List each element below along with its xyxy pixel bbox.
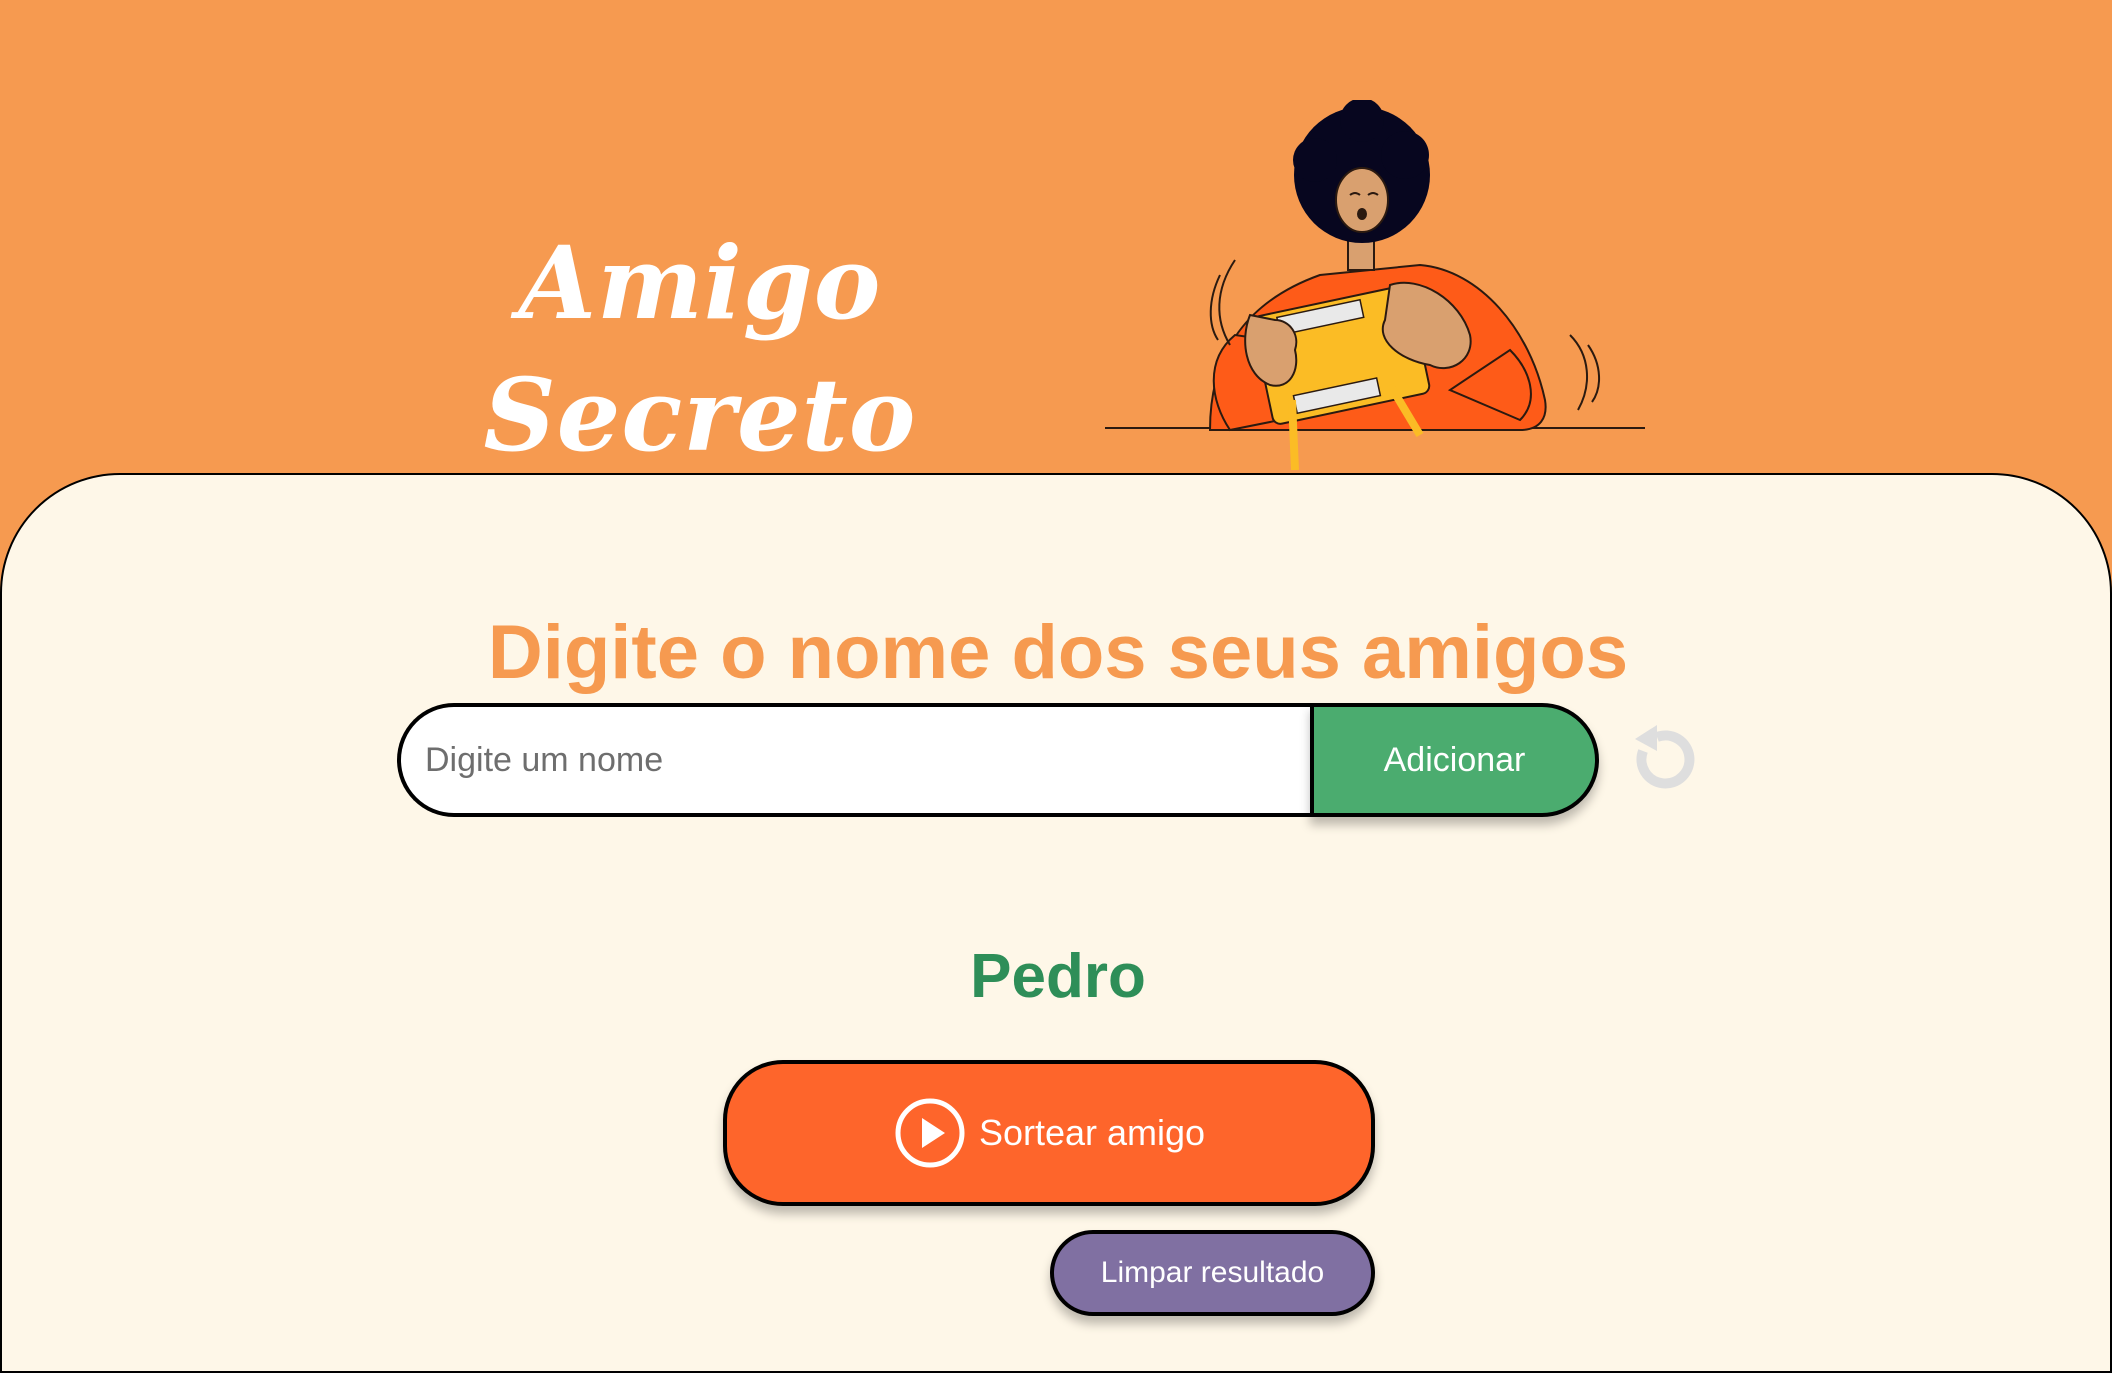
app-title-line1: Amigo xyxy=(518,224,882,342)
add-button[interactable]: Adicionar xyxy=(1310,703,1599,817)
name-input[interactable] xyxy=(397,703,1310,817)
draw-button[interactable]: Sortear amigo xyxy=(723,1060,1375,1206)
app-title-line2: Secreto xyxy=(483,356,917,474)
main-panel: Digite o nome dos seus amigos Adicionar … xyxy=(0,473,2112,1373)
clear-result-button[interactable]: Limpar resultado xyxy=(1050,1230,1375,1316)
play-circle-icon xyxy=(895,1098,965,1168)
person-holding-gift-illustration xyxy=(1105,100,1645,471)
header: Amigo Secreto xyxy=(0,0,2112,500)
section-heading: Digite o nome dos seus amigos xyxy=(487,610,1629,696)
draw-button-label: Sortear amigo xyxy=(978,1112,1206,1153)
reset-icon[interactable] xyxy=(1627,723,1701,797)
result-text: Pedro xyxy=(970,942,1146,1011)
app-title: Amigo Secreto xyxy=(450,217,950,481)
add-friend-form: Adicionar xyxy=(397,703,1599,817)
